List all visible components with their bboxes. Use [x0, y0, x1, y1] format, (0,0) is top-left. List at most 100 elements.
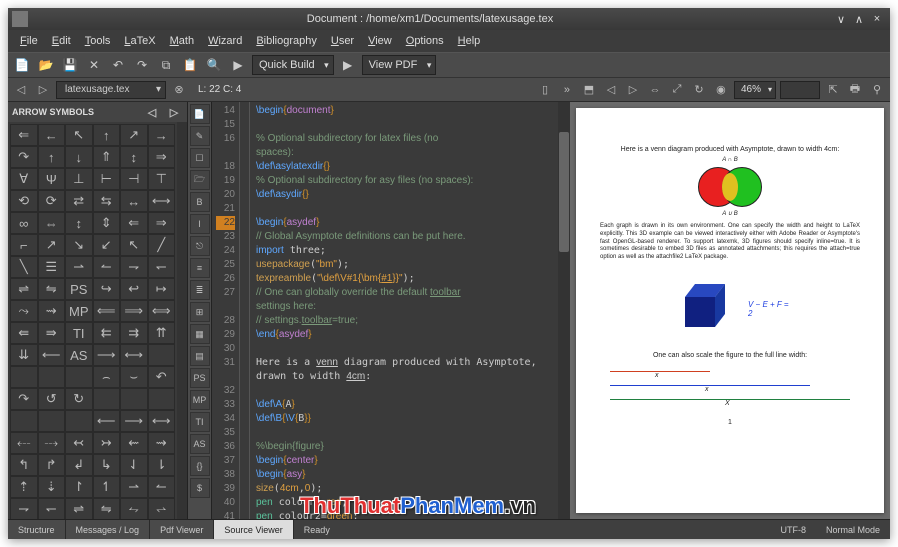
symbol-cell[interactable]: ↲ — [65, 454, 93, 476]
symbol-cell[interactable]: ⟶ — [120, 410, 148, 432]
opt1-icon[interactable]: ⬒ — [580, 81, 598, 99]
symbol-cell[interactable]: ↣ — [93, 432, 121, 454]
symbol-cell[interactable]: ↑ — [93, 124, 121, 146]
code-area[interactable]: \begin{document} % Optional subdirectory… — [250, 102, 558, 519]
symbol-cell[interactable] — [148, 344, 176, 366]
symbol-cell[interactable]: ↕ — [65, 212, 93, 234]
undo-icon[interactable]: ↶ — [108, 55, 128, 75]
side-tool-button[interactable]: {} — [190, 456, 210, 476]
symbol-cell[interactable]: ↼ — [148, 476, 176, 498]
symbol-cell[interactable]: ⇐ — [10, 124, 38, 146]
symbol-cell[interactable] — [93, 388, 121, 410]
symbol-cell[interactable]: ↻ — [65, 388, 93, 410]
save-icon[interactable]: 💾 — [60, 55, 80, 75]
symbol-cell[interactable]: ☰ — [38, 256, 66, 278]
symbol-cell[interactable]: ⇝ — [148, 432, 176, 454]
symbol-cell[interactable]: ⟳ — [38, 190, 66, 212]
symbol-cell[interactable]: ⇌ — [10, 278, 38, 300]
open-icon[interactable]: 📂 — [36, 55, 56, 75]
symbol-cell[interactable]: ↳ — [93, 454, 121, 476]
symbol-cell[interactable]: ⇒ — [148, 146, 176, 168]
symbol-cell[interactable] — [65, 366, 93, 388]
side-tool-button[interactable]: ⎋ — [190, 236, 210, 256]
symbol-cell[interactable]: ⊣ — [120, 168, 148, 190]
side-tool-button[interactable]: I — [190, 214, 210, 234]
symbol-cell[interactable]: ⟸ — [93, 300, 121, 322]
symbol-cell[interactable]: ⇀ — [65, 256, 93, 278]
side-tool-button[interactable]: MP — [190, 390, 210, 410]
symbol-cell[interactable]: ⇋ — [38, 278, 66, 300]
symbol-cell[interactable]: ⇇ — [93, 322, 121, 344]
search-pdf-icon[interactable]: ⚲ — [868, 81, 886, 99]
side-tool-button[interactable]: 📄 — [190, 104, 210, 124]
redo-icon[interactable]: ↷ — [132, 55, 152, 75]
symbol-cell[interactable]: TI — [65, 322, 93, 344]
side-tool-button[interactable]: ≣ — [190, 280, 210, 300]
symbol-cell[interactable]: ⇕ — [93, 212, 121, 234]
menu-math[interactable]: Math — [164, 33, 200, 49]
menu-edit[interactable]: Edit — [46, 33, 77, 49]
symbol-cell[interactable]: ← — [38, 124, 66, 146]
symbol-cell[interactable]: ↗ — [38, 234, 66, 256]
symbol-cell[interactable]: ⇀ — [120, 476, 148, 498]
symbol-cell[interactable]: ⊤ — [148, 168, 176, 190]
symbol-cell[interactable]: AS — [65, 344, 93, 366]
presentation-icon[interactable]: ◉ — [712, 81, 730, 99]
symbol-cell[interactable]: ⇛ — [38, 322, 66, 344]
symbol-cell[interactable]: ⌣ — [120, 366, 148, 388]
file-tab[interactable]: latexusage.tex — [56, 81, 166, 99]
symbol-cell[interactable]: ⇐ — [120, 212, 148, 234]
symbol-cell[interactable]: ↘ — [65, 234, 93, 256]
symbol-cell[interactable]: PS — [65, 278, 93, 300]
symbol-cell[interactable]: → — [148, 124, 176, 146]
fit-width-icon[interactable]: ⇔ — [646, 81, 664, 99]
symbol-cell[interactable]: ⥊ — [120, 498, 148, 519]
symbol-cell[interactable]: ⟷ — [148, 410, 176, 432]
symbol-cell[interactable]: ⊢ — [93, 168, 121, 190]
view-pdf-dropdown[interactable]: View PDF — [362, 55, 437, 75]
symbol-cell[interactable] — [148, 388, 176, 410]
symbol-cell[interactable]: ↙ — [93, 234, 121, 256]
side-tool-button[interactable]: TI — [190, 412, 210, 432]
single-page-icon[interactable]: ▯ — [536, 81, 554, 99]
side-tool-button[interactable]: PS — [190, 368, 210, 388]
symbol-cell[interactable]: ⇋ — [93, 498, 121, 519]
close-button[interactable]: × — [872, 13, 882, 26]
nav-prev-icon[interactable]: ◁ — [12, 81, 30, 99]
side-tool-button[interactable]: ▦ — [190, 324, 210, 344]
search-icon[interactable]: 🔍 — [204, 55, 224, 75]
symbol-cell[interactable]: ⟺ — [148, 300, 176, 322]
symbol-cell[interactable]: ⇔ — [38, 212, 66, 234]
external-icon[interactable]: ⇱ — [824, 81, 842, 99]
symbol-cell[interactable]: ↦ — [148, 278, 176, 300]
side-tool-button[interactable]: ≡ — [190, 258, 210, 278]
symbol-cell[interactable]: ⇡ — [10, 476, 38, 498]
symbol-cell[interactable]: ⥋ — [148, 498, 176, 519]
quick-build-dropdown[interactable]: Quick Build — [252, 55, 334, 75]
menu-latex[interactable]: LaTeX — [118, 33, 161, 49]
symbol-cell[interactable]: ⟵ — [38, 344, 66, 366]
symbol-cell[interactable]: ⇉ — [120, 322, 148, 344]
symbol-cell[interactable]: ↔ — [120, 190, 148, 212]
symbol-cell[interactable]: ⇊ — [10, 344, 38, 366]
nav-next-icon[interactable]: ▷ — [34, 81, 52, 99]
copy-icon[interactable]: ⧉ — [156, 55, 176, 75]
status-tab-messages[interactable]: Messages / Log — [66, 520, 151, 539]
menu-user[interactable]: User — [325, 33, 360, 49]
page-next-icon[interactable]: ▷ — [624, 81, 642, 99]
symbol-cell[interactable]: ⤏ — [38, 432, 66, 454]
zoom-dropdown[interactable]: 46% — [734, 81, 776, 99]
symbol-cell[interactable] — [65, 410, 93, 432]
menu-tools[interactable]: Tools — [79, 33, 117, 49]
close-file-icon[interactable]: ✕ — [84, 55, 104, 75]
symbol-cell[interactable]: Ψ — [38, 168, 66, 190]
print-icon[interactable]: 🖶 — [846, 81, 864, 99]
symbol-cell[interactable]: ⌢ — [93, 366, 121, 388]
paste-icon[interactable]: 📋 — [180, 55, 200, 75]
side-tool-button[interactable]: AS — [190, 434, 210, 454]
symbol-cell[interactable]: ∞ — [10, 212, 38, 234]
menu-bibliography[interactable]: Bibliography — [250, 33, 323, 49]
fold-column[interactable] — [240, 102, 250, 519]
symbol-cell[interactable]: ⇈ — [148, 322, 176, 344]
symbol-cell[interactable]: MP — [65, 300, 93, 322]
